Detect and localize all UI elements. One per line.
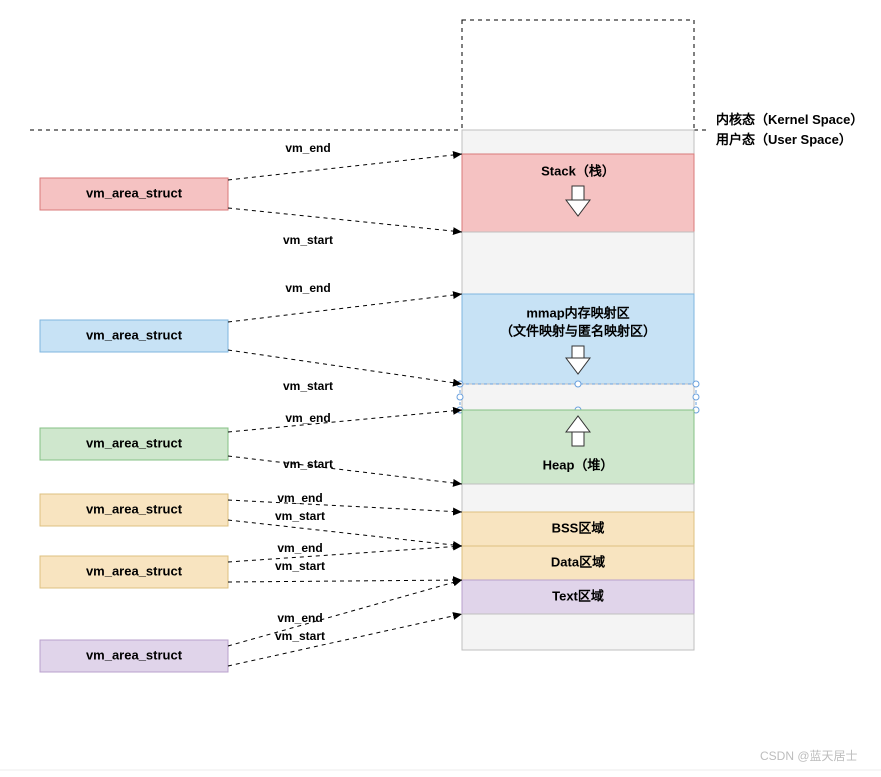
vma-heap-label: vm_area_struct <box>86 435 183 450</box>
memory-layout-diagram: 内核态（Kernel Space） 用户态（User Space） Stack（… <box>0 0 881 777</box>
watermark-text: CSDN @蓝天居士 <box>760 749 858 763</box>
lbl-heap-start: vm_start <box>283 457 333 471</box>
vma-mmap-label: vm_area_struct <box>86 327 183 342</box>
kernel-space-box <box>462 20 694 130</box>
conn-data-end <box>228 546 462 562</box>
lbl-bss-start: vm_start <box>275 509 325 523</box>
gap-after-heap <box>462 484 694 512</box>
region-text-label: Text区域 <box>552 588 604 603</box>
conn-heap-start <box>228 456 462 484</box>
lbl-text-start: vm_start <box>275 629 325 643</box>
gap-after-mmap <box>462 384 694 410</box>
gap-after-stack <box>462 232 694 294</box>
conn-text-start <box>228 614 462 666</box>
lbl-data-end: vm_end <box>277 541 322 555</box>
user-space-label: 用户态（User Space） <box>715 132 852 147</box>
conn-text-end <box>228 580 462 646</box>
vma-text-label: vm_area_struct <box>86 647 183 662</box>
lbl-heap-end: vm_end <box>285 411 330 425</box>
lbl-stack-start: vm_start <box>283 233 333 247</box>
kernel-space-label: 内核态（Kernel Space） <box>716 112 863 127</box>
region-bss-label: BSS区域 <box>552 520 605 535</box>
region-data-label: Data区域 <box>551 554 605 569</box>
lbl-mmap-start: vm_start <box>283 379 333 393</box>
conn-heap-end <box>228 410 462 432</box>
gap-top <box>462 130 694 154</box>
vma-bss-label: vm_area_struct <box>86 501 183 516</box>
region-mmap-line1: mmap内存映射区 <box>526 305 629 320</box>
lbl-data-start: vm_start <box>275 559 325 573</box>
vma-data-label: vm_area_struct <box>86 563 183 578</box>
lbl-stack-end: vm_end <box>285 141 330 155</box>
conn-stack-start <box>228 208 462 232</box>
lbl-text-end: vm_end <box>277 611 322 625</box>
conn-data-start <box>228 580 462 582</box>
conn-bss-start <box>228 520 462 546</box>
conn-mmap-start <box>228 350 462 384</box>
lbl-mmap-end: vm_end <box>285 281 330 295</box>
conn-stack-end <box>228 154 462 180</box>
region-heap-label: Heap（堆） <box>543 457 614 472</box>
lbl-bss-end: vm_end <box>277 491 322 505</box>
region-stack-label: Stack（栈） <box>541 163 615 178</box>
conn-mmap-end <box>228 294 462 322</box>
vma-stack-label: vm_area_struct <box>86 185 183 200</box>
region-mmap-line2: （文件映射与匿名映射区） <box>500 323 656 338</box>
conn-bss-end <box>228 500 462 512</box>
gap-bottom <box>462 614 694 650</box>
